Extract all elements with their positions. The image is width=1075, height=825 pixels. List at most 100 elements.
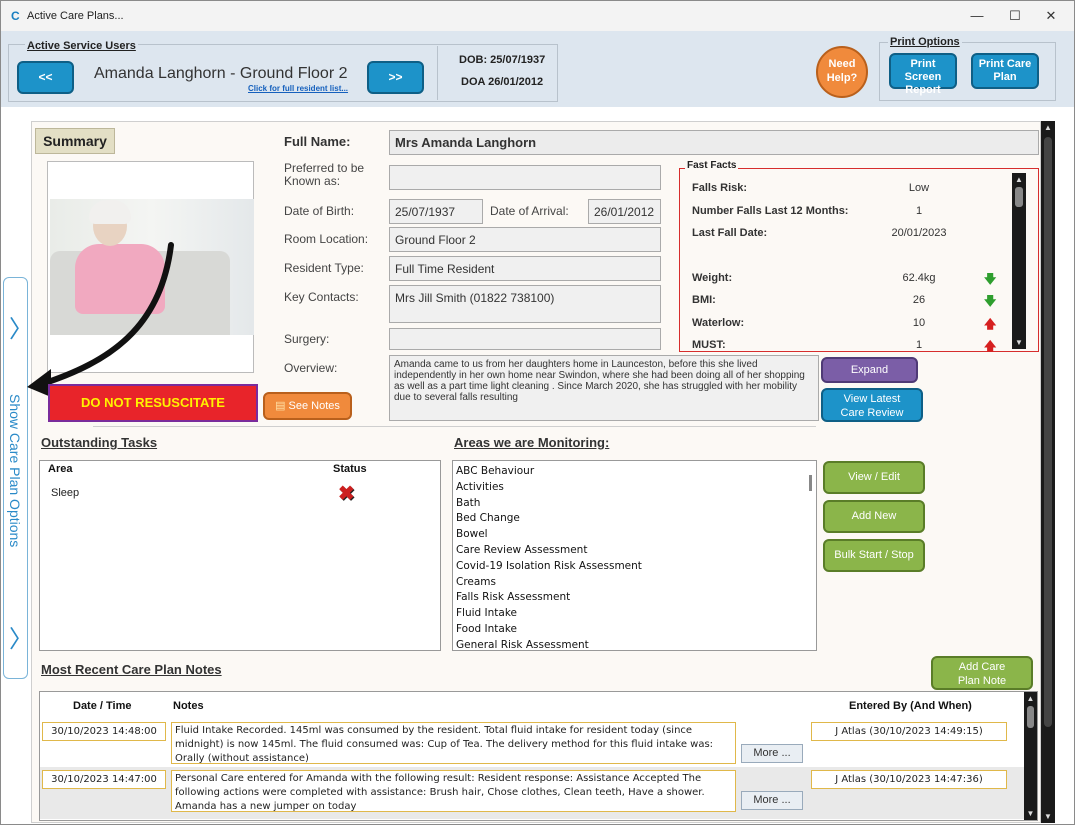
maximize-button[interactable]: ☐ xyxy=(1001,5,1029,27)
full-name-label: Full Name: xyxy=(284,134,351,149)
add-note-line1: Add Care xyxy=(958,661,1006,673)
curved-arrow-icon xyxy=(27,242,174,397)
fast-fact-label: Last Fall Date: xyxy=(692,227,768,239)
review-line2: Care Review xyxy=(840,407,904,419)
note-entered-by: J Atlas (30/10/2023 14:47:36) xyxy=(811,770,1007,789)
chevron-right-icon[interactable]: 〉 xyxy=(9,619,33,654)
service-users-legend: Active Service Users xyxy=(25,40,138,52)
list-item[interactable]: ABC Behaviour xyxy=(456,464,642,480)
care-plan-notes-title: Most Recent Care Plan Notes xyxy=(41,662,222,677)
add-new-button[interactable]: Add New xyxy=(823,500,925,533)
list-item[interactable]: Fluid Intake xyxy=(456,606,642,622)
fast-fact-label: Falls Risk: xyxy=(692,182,748,194)
scroll-thumb[interactable] xyxy=(1044,137,1052,727)
scroll-up-icon[interactable]: ▲ xyxy=(1024,694,1037,703)
note-entered-by: J Atlas (30/10/2023 14:49:15) xyxy=(811,722,1007,741)
see-notes-button[interactable]: ▤ See Notes xyxy=(263,392,352,420)
fast-facts-legend: Fast Facts xyxy=(685,160,739,171)
review-line1: View Latest xyxy=(843,393,901,405)
print-screen-report-button[interactable]: Print Screen Report xyxy=(889,53,957,96)
add-care-plan-note-button[interactable]: Add Care Plan Note xyxy=(931,656,1033,690)
notes-col-notes: Notes xyxy=(173,700,204,712)
fast-fact-label: Waterlow: xyxy=(692,317,745,329)
next-resident-button[interactable]: >> xyxy=(367,61,424,94)
summary-tab[interactable]: Summary xyxy=(35,128,115,154)
arrow-up-icon: 🡅 xyxy=(984,339,997,353)
list-item[interactable]: Bath xyxy=(456,496,642,512)
scroll-down-icon[interactable]: ▼ xyxy=(1012,338,1026,347)
need-help-button[interactable]: Need Help? xyxy=(816,46,868,98)
print-screen-line2: Report xyxy=(905,84,941,96)
care-plan-options-label[interactable]: Show Care Plan Options xyxy=(7,394,23,547)
title-bar: C Active Care Plans... — ☐ ✕ xyxy=(1,1,1074,31)
overview-text[interactable]: Amanda came to us from her daughters hom… xyxy=(389,355,819,421)
scroll-thumb[interactable] xyxy=(1015,187,1023,207)
minimize-button[interactable]: — xyxy=(963,5,991,27)
more-button[interactable]: More ... xyxy=(741,791,803,810)
list-item[interactable]: Falls Risk Assessment xyxy=(456,590,642,606)
app-logo-icon: C xyxy=(11,9,20,23)
list-item[interactable]: General Risk Assessment xyxy=(456,638,642,650)
fast-fact-value: 1 xyxy=(915,339,923,351)
full-name-field[interactable]: Mrs Amanda Langhorn xyxy=(389,130,1039,155)
surgery-label: Surgery: xyxy=(284,332,330,346)
tasks-col-area: Area xyxy=(48,463,73,475)
view-latest-care-review-button[interactable]: View Latest Care Review xyxy=(821,388,923,422)
add-note-line2: Plan Note xyxy=(957,675,1007,687)
room-field[interactable]: Ground Floor 2 xyxy=(389,227,661,252)
dob-field[interactable]: 25/07/1937 xyxy=(389,199,483,224)
resident-type-label: Resident Type: xyxy=(284,261,364,275)
close-button[interactable]: ✕ xyxy=(1037,5,1065,27)
scroll-down-icon[interactable]: ▼ xyxy=(1024,809,1037,818)
fast-fact-value: Low xyxy=(908,182,930,194)
key-contacts-field[interactable]: Mrs Jill Smith (01822 738100) xyxy=(389,285,661,323)
list-item[interactable]: Covid-19 Isolation Risk Assessment xyxy=(456,559,642,575)
fast-fact-label: Number Falls Last 12 Months: xyxy=(692,205,849,217)
surgery-field[interactable] xyxy=(389,328,661,350)
task-area[interactable]: Sleep xyxy=(51,487,79,499)
cross-icon: ✖ xyxy=(338,483,355,505)
bulk-start-stop-button[interactable]: Bulk Start / Stop xyxy=(823,539,925,572)
notes-col-entered-by: Entered By (And When) xyxy=(849,700,972,712)
notes-scrollbar[interactable]: ▲ ▼ xyxy=(1024,692,1037,820)
outstanding-tasks-title: Outstanding Tasks xyxy=(41,435,158,450)
fast-fact-value: 10 xyxy=(912,317,926,329)
view-edit-button[interactable]: View / Edit xyxy=(823,461,925,494)
list-item[interactable]: Bed Change xyxy=(456,511,642,527)
list-item[interactable]: Creams xyxy=(456,575,642,591)
note-text[interactable]: Fluid Intake Recorded. 145ml was consume… xyxy=(171,722,736,764)
photo-person-hair xyxy=(89,200,131,224)
main-scrollbar[interactable]: ▲ ▼ xyxy=(1041,121,1055,823)
more-button[interactable]: More ... xyxy=(741,744,803,763)
section-divider xyxy=(93,426,816,427)
print-plan-line1: Print Care xyxy=(978,58,1032,70)
list-item[interactable]: Food Intake xyxy=(456,622,642,638)
window-title: Active Care Plans... xyxy=(27,10,124,22)
monitoring-list[interactable]: ABC Behaviour Activities Bath Bed Change Bow… xyxy=(452,460,817,651)
previous-resident-button[interactable]: << xyxy=(17,61,74,94)
arrow-up-icon: 🡅 xyxy=(984,317,997,331)
notes-col-date: Date / Time xyxy=(73,700,132,712)
scroll-down-icon[interactable]: ▼ xyxy=(1041,812,1055,821)
outstanding-tasks-list xyxy=(39,460,441,651)
monitoring-scroll-thumb[interactable] xyxy=(809,475,812,491)
list-item[interactable]: Bowel xyxy=(456,527,642,543)
fast-fact-label: MUST: xyxy=(692,339,726,351)
scroll-up-icon[interactable]: ▲ xyxy=(1012,175,1026,184)
full-resident-list-link[interactable]: Click for full resident list... xyxy=(248,84,348,93)
print-plan-line2: Plan xyxy=(993,71,1017,83)
note-text[interactable]: Personal Care entered for Amanda with th… xyxy=(171,770,736,812)
app-window: C Active Care Plans... — ☐ ✕ Active Serv… xyxy=(0,0,1075,825)
list-item[interactable]: Care Review Assessment xyxy=(456,543,642,559)
scroll-up-icon[interactable]: ▲ xyxy=(1041,123,1055,132)
arrow-down-icon: 🡇 xyxy=(984,272,997,286)
fast-facts-scrollbar[interactable]: ▲ ▼ xyxy=(1012,173,1026,349)
print-care-plan-button[interactable]: Print Care Plan xyxy=(971,53,1039,89)
preferred-name-field[interactable] xyxy=(389,165,661,190)
list-item[interactable]: Activities xyxy=(456,480,642,496)
expand-button[interactable]: Expand xyxy=(821,357,918,383)
scroll-thumb[interactable] xyxy=(1027,706,1034,728)
overview-label: Overview: xyxy=(284,361,338,375)
arrival-field[interactable]: 26/01/2012 xyxy=(588,199,661,224)
resident-type-field[interactable]: Full Time Resident xyxy=(389,256,661,281)
